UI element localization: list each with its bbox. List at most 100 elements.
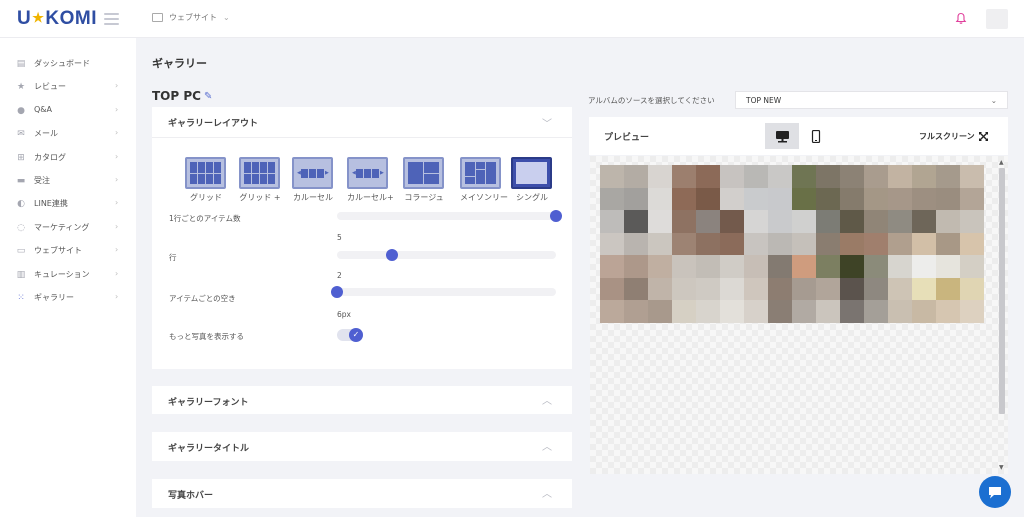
website-selector-label: ウェブサイト xyxy=(169,13,217,22)
page-title: ギャラリー xyxy=(152,57,207,70)
gap-slider-handle[interactable] xyxy=(331,286,343,298)
gallery-preview xyxy=(590,156,1008,474)
gallery-title-card[interactable]: ギャラリータイトル ︿ xyxy=(152,432,572,461)
preview-pixel xyxy=(912,277,936,301)
layout-option-3[interactable]: ◀ ▶ カルーセル xyxy=(292,157,334,203)
layout-option-4[interactable]: ◀ ▶ カルーセル+ xyxy=(347,157,394,203)
notification-bell-icon[interactable] xyxy=(955,12,967,25)
gallery-name: TOP PC xyxy=(152,89,201,103)
truck-icon: ▬ xyxy=(16,176,26,186)
sidebar-item-9[interactable]: ▭ ウェブサイト › xyxy=(0,241,136,261)
ukomi-logo[interactable]: U★KOMI xyxy=(17,8,97,30)
preview-pixel xyxy=(936,277,960,301)
sidebar-item-10[interactable]: ▥ キュレーション › xyxy=(0,265,136,285)
sidebar-item-2[interactable]: ★ レビュー › xyxy=(0,77,136,97)
layout-option-6[interactable]: メイソンリー xyxy=(460,157,508,203)
sidebar-item-5[interactable]: ⊞ カタログ › xyxy=(0,148,136,168)
preview-pixel xyxy=(768,232,792,256)
preview-pixel xyxy=(648,255,672,278)
mobile-view-button[interactable] xyxy=(799,123,833,149)
sidebar-item-4[interactable]: ✉ メール › xyxy=(0,124,136,144)
sidebar-item-6[interactable]: ▬ 受注 › xyxy=(0,171,136,191)
user-avatar[interactable] xyxy=(986,9,1008,29)
preview-pixel xyxy=(960,300,984,323)
preview-pixel xyxy=(744,255,768,278)
preview-pixel xyxy=(744,232,768,256)
preview-pixel xyxy=(696,165,720,188)
chevron-right-icon: › xyxy=(115,104,119,114)
preview-pixel xyxy=(696,300,720,323)
preview-pixel xyxy=(600,277,624,301)
preview-pixel xyxy=(600,232,624,256)
chevron-up-icon[interactable]: ︿ xyxy=(542,485,552,500)
preview-pixel xyxy=(624,277,648,301)
gallery-layout-header[interactable]: ギャラリーレイアウト xyxy=(168,116,258,129)
preview-pixel xyxy=(840,255,864,278)
sidebar-item-7[interactable]: ◐ LINE連携 › xyxy=(0,194,136,214)
chevron-up-icon[interactable]: ︿ xyxy=(542,438,552,453)
hamburger-menu-icon[interactable] xyxy=(104,13,119,25)
scrollbar-thumb[interactable] xyxy=(999,168,1005,414)
preview-pixel xyxy=(696,187,720,211)
photo-hover-card[interactable]: 写真ホバー ︿ xyxy=(152,479,572,508)
items-per-row-slider-track[interactable] xyxy=(337,212,556,220)
rows-label: 行 xyxy=(169,253,177,262)
layout-thumbnail-icon: ◀ ▶ xyxy=(292,157,333,189)
pencil-edit-icon[interactable]: ✎ xyxy=(204,91,212,102)
preview-pixel xyxy=(936,210,960,233)
preview-pixel xyxy=(816,232,840,256)
sidebar-item-11[interactable]: ⁙ ギャラリー › xyxy=(0,288,136,308)
preview-pixel xyxy=(720,277,744,301)
gallery-icon: ⁙ xyxy=(17,293,25,303)
rows-value: 2 xyxy=(337,271,342,280)
sidebar-item-label: 受注 xyxy=(34,176,50,185)
layout-option-5[interactable]: コラージュ xyxy=(403,157,445,203)
preview-scrollbar[interactable]: ▲ ▼ xyxy=(998,159,1006,472)
layout-option-label: コラージュ xyxy=(404,193,444,202)
preview-pixel xyxy=(744,187,768,211)
preview-label: プレビュー xyxy=(604,133,650,143)
album-source-select[interactable]: TOP NEW ⌄ xyxy=(735,91,1008,109)
layout-option-7[interactable]: シングル xyxy=(511,157,553,203)
layout-option-2[interactable]: グリッド + xyxy=(239,157,281,203)
layout-thumbnail-icon: ◀ ▶ xyxy=(347,157,388,189)
preview-pixel xyxy=(816,255,840,278)
layout-thumbnail-icon xyxy=(239,157,280,189)
preview-pixel xyxy=(840,187,864,211)
chat-support-button[interactable] xyxy=(979,476,1011,508)
preview-pixel xyxy=(624,165,648,188)
scroll-up-icon[interactable]: ▲ xyxy=(999,159,1004,166)
layout-thumbnail-icon xyxy=(403,157,444,189)
preview-pixel xyxy=(792,300,816,323)
preview-pixel xyxy=(888,232,912,256)
gap-slider-track[interactable] xyxy=(337,288,556,296)
preview-pixel xyxy=(696,210,720,233)
preview-pixel xyxy=(912,210,936,233)
scroll-down-icon[interactable]: ▼ xyxy=(999,464,1004,471)
items-per-row-slider-handle[interactable] xyxy=(550,210,562,222)
fullscreen-button[interactable]: フルスクリーン xyxy=(919,131,989,142)
chevron-up-icon[interactable]: ︿ xyxy=(542,392,552,407)
rows-slider-handle[interactable] xyxy=(385,249,398,261)
sidebar-item-1[interactable]: ▤ ダッシュボード xyxy=(0,54,136,74)
desktop-view-button[interactable] xyxy=(765,123,799,149)
chat-bubble-icon xyxy=(989,486,1001,498)
preview-pixel xyxy=(960,255,984,278)
show-more-toggle[interactable]: ✓ xyxy=(337,328,363,342)
preview-pixel xyxy=(840,277,864,301)
preview-pixel xyxy=(600,255,624,278)
divider xyxy=(152,137,572,138)
preview-pixel xyxy=(960,210,984,233)
sidebar-item-3[interactable]: ● Q&A › xyxy=(0,101,136,121)
preview-pixel xyxy=(672,210,696,233)
layout-option-1[interactable]: グリッド xyxy=(185,157,227,203)
rows-slider-track[interactable] xyxy=(337,251,556,259)
preview-pixel xyxy=(816,187,840,211)
chevron-down-icon[interactable]: ﹀ xyxy=(542,115,552,130)
sidebar-item-8[interactable]: ◌ マーケティング › xyxy=(0,218,136,238)
preview-pixel xyxy=(600,210,624,233)
gallery-font-card[interactable]: ギャラリーフォント ︿ xyxy=(152,386,572,414)
show-more-label: もっと写真を表示する xyxy=(169,332,244,341)
website-selector[interactable]: ウェブサイト ⌄ xyxy=(152,12,230,23)
preview-pixel xyxy=(624,300,648,323)
